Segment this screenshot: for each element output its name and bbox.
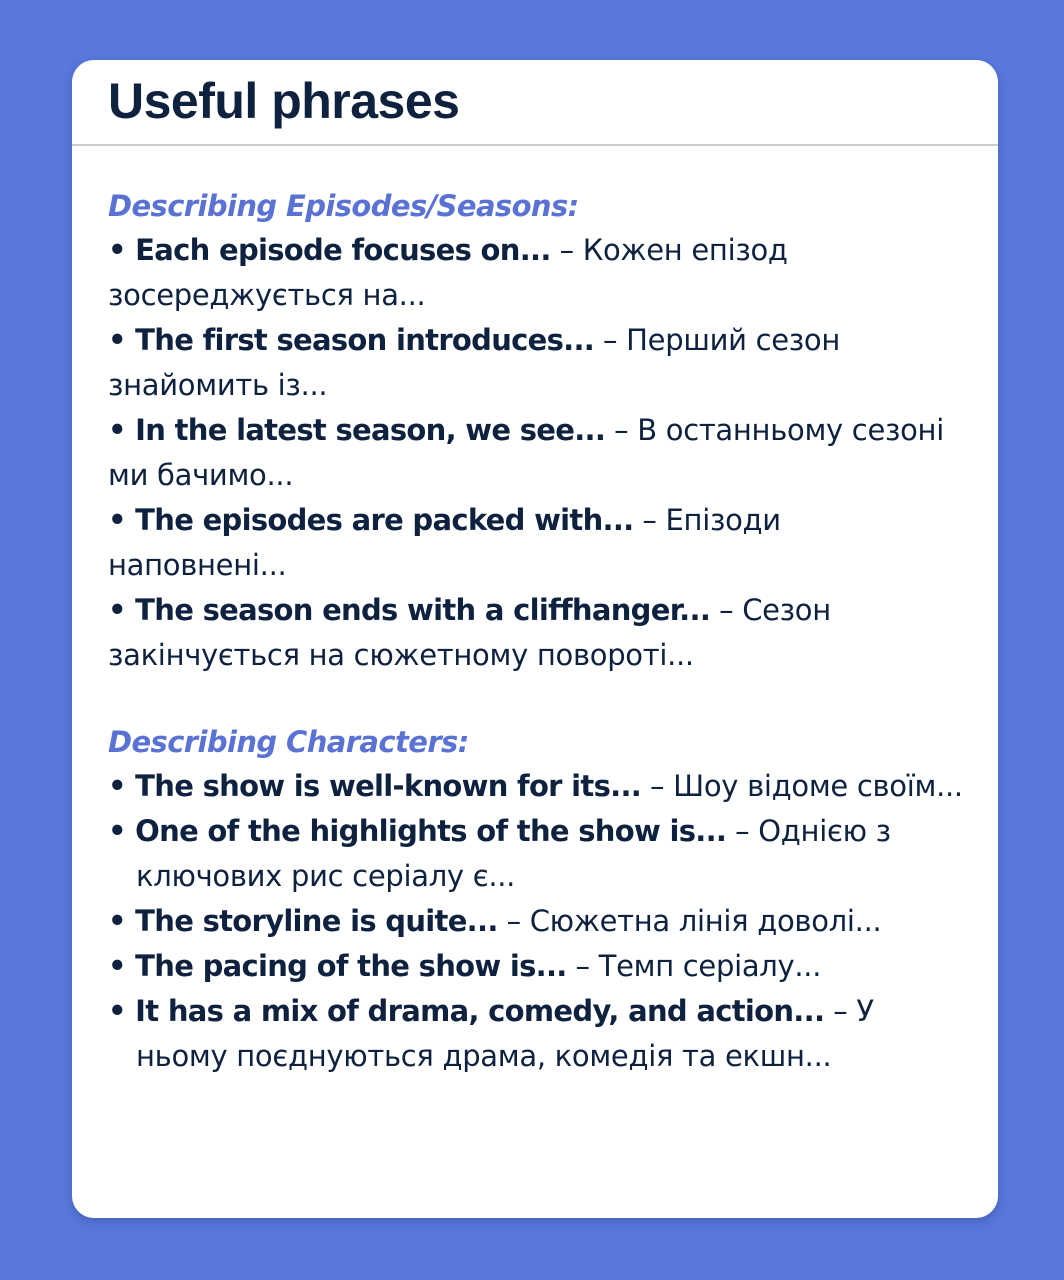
- english-phrase: Each episode focuses on...: [135, 233, 551, 267]
- bullet-icon: •: [108, 503, 127, 537]
- dash-separator: –: [614, 413, 629, 447]
- english-phrase: The episodes are packed with...: [135, 503, 634, 537]
- phrase-item: • It has a mix of drama, comedy, and act…: [108, 989, 968, 1079]
- dash-separator: –: [833, 994, 848, 1028]
- bullet-icon: •: [108, 814, 127, 848]
- phrase-item: • The first season introduces... – Перши…: [108, 318, 968, 408]
- phrase-item: • The pacing of the show is... – Темп се…: [108, 944, 968, 989]
- dash-separator: –: [719, 593, 734, 627]
- dash-separator: –: [642, 503, 657, 537]
- phrase-item: • In the latest season, we see... – В ос…: [108, 408, 968, 498]
- english-phrase: It has a mix of drama, comedy, and actio…: [135, 994, 825, 1028]
- phrase-item: • The show is well-known for its... – Шо…: [108, 764, 968, 809]
- bullet-icon: •: [108, 593, 127, 627]
- phrase-item: • The storyline is quite... – Сюжетна лі…: [108, 899, 968, 944]
- dash-separator: –: [575, 949, 591, 983]
- dash-separator: –: [603, 323, 618, 357]
- phrase-list: • Each episode focuses on... – Кожен епі…: [108, 228, 968, 678]
- english-phrase: The show is well-known for its...: [135, 769, 642, 803]
- dash-separator: –: [650, 769, 665, 803]
- bullet-icon: •: [108, 904, 127, 938]
- phrase-item: • The season ends with a cliffhanger... …: [108, 588, 968, 678]
- section-episodes-seasons: Describing Episodes/Seasons: • Each epis…: [108, 184, 968, 678]
- phrase-item: • One of the highlights of the show is..…: [108, 809, 968, 899]
- dash-separator: –: [735, 814, 750, 848]
- english-phrase: The pacing of the show is...: [135, 949, 567, 983]
- ukrainian-translation: Шоу відоме своїм...: [673, 769, 963, 803]
- bullet-icon: •: [108, 994, 127, 1028]
- english-phrase: One of the highlights of the show is...: [135, 814, 727, 848]
- bullet-icon: •: [108, 413, 127, 447]
- english-phrase: The storyline is quite...: [135, 904, 498, 938]
- section-heading: Describing Episodes/Seasons:: [108, 189, 579, 223]
- english-phrase: In the latest season, we see...: [135, 413, 606, 447]
- card-header: Useful phrases: [72, 60, 998, 146]
- section-characters: Describing Characters: • The show is wel…: [108, 720, 968, 1079]
- phrase-item: • The episodes are packed with... – Епіз…: [108, 498, 968, 588]
- phrases-card: Useful phrases Describing Episodes/Seaso…: [72, 60, 998, 1218]
- english-phrase: The first season introduces...: [135, 323, 595, 357]
- bullet-icon: •: [108, 949, 127, 983]
- english-phrase: The season ends with a cliffhanger...: [135, 593, 711, 627]
- phrase-item: • Each episode focuses on... – Кожен епі…: [108, 228, 968, 318]
- bullet-icon: •: [108, 769, 127, 803]
- bullet-icon: •: [108, 323, 127, 357]
- dash-separator: –: [506, 904, 522, 938]
- card-title: Useful phrases: [108, 73, 460, 129]
- ukrainian-translation: Сюжетна лінія доволі...: [529, 904, 882, 938]
- dash-separator: –: [559, 233, 575, 267]
- phrase-list: • The show is well-known for its... – Шо…: [108, 764, 968, 1079]
- section-heading: Describing Characters:: [108, 725, 469, 759]
- ukrainian-translation: Темп серіалу...: [598, 949, 822, 983]
- bullet-icon: •: [108, 233, 127, 267]
